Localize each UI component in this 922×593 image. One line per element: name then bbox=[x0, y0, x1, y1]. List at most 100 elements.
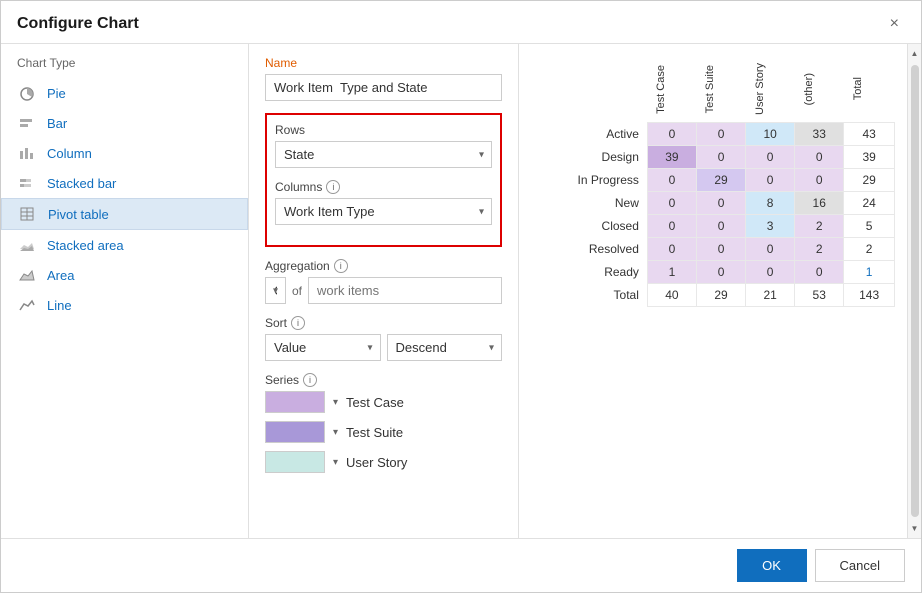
series-chevron-0[interactable]: ▾ bbox=[333, 397, 338, 408]
rows-columns-box: Rows State ▾ Columns i bbox=[265, 113, 502, 247]
cell-resolved-3: 2 bbox=[795, 237, 844, 260]
bar-label: Bar bbox=[47, 116, 67, 131]
series-item-1: ▾ Test Suite bbox=[265, 421, 502, 443]
sidebar-item-pie[interactable]: Pie bbox=[1, 78, 248, 108]
aggregation-label: Aggregation bbox=[265, 259, 330, 273]
sidebar-item-area[interactable]: Area bbox=[1, 260, 248, 290]
row-label-new: New bbox=[531, 191, 647, 214]
scroll-down-arrow[interactable]: ▼ bbox=[908, 521, 921, 536]
columns-select[interactable]: Work Item Type bbox=[275, 198, 492, 225]
cancel-button[interactable]: Cancel bbox=[815, 549, 905, 582]
cell-resolved-2: 0 bbox=[746, 237, 795, 260]
cell-ready-total: 1 bbox=[844, 260, 895, 283]
rows-label-row: Rows bbox=[275, 123, 492, 137]
aggregation-input[interactable] bbox=[308, 277, 502, 304]
table-row: New 0 0 8 16 24 bbox=[531, 191, 895, 214]
row-label-ready: Ready bbox=[531, 260, 647, 283]
cell-inprogress-3: 0 bbox=[795, 168, 844, 191]
cell-closed-0: 0 bbox=[647, 214, 696, 237]
sort-info-icon[interactable]: i bbox=[291, 316, 305, 330]
col-header-user-story: User Story bbox=[746, 56, 795, 122]
sidebar-item-stacked-bar[interactable]: Stacked bar bbox=[1, 168, 248, 198]
series-color-0[interactable] bbox=[265, 391, 325, 413]
series-chevron-2[interactable]: ▾ bbox=[333, 457, 338, 468]
config-panel: Name Rows State ▾ bbox=[249, 44, 519, 538]
pivot-table-label: Pivot table bbox=[48, 207, 109, 222]
row-label-active: Active bbox=[531, 122, 647, 145]
sidebar-item-pivot-table[interactable]: Pivot table bbox=[1, 198, 248, 230]
stacked-area-label: Stacked area bbox=[47, 238, 124, 253]
row-label-closed: Closed bbox=[531, 214, 647, 237]
cell-resolved-0: 0 bbox=[647, 237, 696, 260]
aggregation-select[interactable]: Cou bbox=[265, 277, 286, 304]
cell-inprogress-total: 29 bbox=[844, 168, 895, 191]
column-label: Column bbox=[47, 146, 92, 161]
sidebar-item-line[interactable]: Line bbox=[1, 290, 248, 320]
close-button[interactable]: × bbox=[884, 13, 905, 35]
cell-total-0: 40 bbox=[647, 283, 696, 306]
ok-button[interactable]: OK bbox=[737, 549, 807, 582]
cell-design-2: 0 bbox=[746, 145, 795, 168]
cell-total-1: 29 bbox=[696, 283, 745, 306]
name-section: Name bbox=[265, 56, 502, 101]
aggregation-info-icon[interactable]: i bbox=[334, 259, 348, 273]
sort-order-select[interactable]: Descend bbox=[387, 334, 503, 361]
series-item-0: ▾ Test Case bbox=[265, 391, 502, 413]
vertical-scrollbar[interactable]: ▲ ▼ bbox=[907, 44, 921, 538]
scroll-up-arrow[interactable]: ▲ bbox=[908, 46, 921, 61]
cell-ready-3: 0 bbox=[795, 260, 844, 283]
line-icon bbox=[17, 297, 37, 313]
cell-new-2: 8 bbox=[746, 191, 795, 214]
col-header-test-case: Test Case bbox=[647, 56, 696, 122]
sort-value-select[interactable]: Value bbox=[265, 334, 381, 361]
aggregation-select-wrapper: Cou ▾ bbox=[265, 277, 286, 304]
cell-active-total: 43 bbox=[844, 122, 895, 145]
sidebar-item-stacked-area[interactable]: Stacked area bbox=[1, 230, 248, 260]
rows-select-wrapper: State ▾ bbox=[275, 141, 492, 168]
right-panel: Test Case Test Suite User Story (other) … bbox=[519, 44, 921, 538]
table-row: Closed 0 0 3 2 5 bbox=[531, 214, 895, 237]
columns-section: Columns i Work Item Type ▾ bbox=[275, 180, 492, 225]
line-label: Line bbox=[47, 298, 72, 313]
sidebar-item-bar[interactable]: Bar bbox=[1, 108, 248, 138]
series-color-2[interactable] bbox=[265, 451, 325, 473]
cell-resolved-total: 2 bbox=[844, 237, 895, 260]
cell-design-0: 39 bbox=[647, 145, 696, 168]
cell-ready-2: 0 bbox=[746, 260, 795, 283]
scroll-track[interactable] bbox=[911, 65, 919, 517]
cell-ready-0: 1 bbox=[647, 260, 696, 283]
cell-total-2: 21 bbox=[746, 283, 795, 306]
columns-info-icon[interactable]: i bbox=[326, 180, 340, 194]
series-label-2: User Story bbox=[346, 455, 407, 470]
col-header-test-suite: Test Suite bbox=[696, 56, 745, 122]
series-info-icon[interactable]: i bbox=[303, 373, 317, 387]
cell-inprogress-2: 0 bbox=[746, 168, 795, 191]
stacked-area-icon bbox=[17, 237, 37, 253]
sidebar-item-column[interactable]: Column bbox=[1, 138, 248, 168]
series-label-row: Series i bbox=[265, 373, 502, 387]
bar-icon bbox=[17, 115, 37, 131]
columns-label: Columns bbox=[275, 180, 322, 194]
pie-icon bbox=[17, 85, 37, 101]
aggregation-row: Cou ▾ of bbox=[265, 277, 502, 304]
cell-new-total: 24 bbox=[844, 191, 895, 214]
pivot-header-row: Test Case Test Suite User Story (other) … bbox=[531, 56, 895, 122]
columns-label-row: Columns i bbox=[275, 180, 492, 194]
name-input[interactable] bbox=[265, 74, 502, 101]
rows-select[interactable]: State bbox=[275, 141, 492, 168]
row-label-resolved: Resolved bbox=[531, 237, 647, 260]
cell-total-grand: 143 bbox=[844, 283, 895, 306]
table-row: Active 0 0 10 33 43 bbox=[531, 122, 895, 145]
table-row: In Progress 0 29 0 0 29 bbox=[531, 168, 895, 191]
sort-label-row: Sort i bbox=[265, 316, 502, 330]
dialog-title: Configure Chart bbox=[17, 15, 139, 33]
series-color-1[interactable] bbox=[265, 421, 325, 443]
cell-resolved-1: 0 bbox=[696, 237, 745, 260]
series-label-1: Test Suite bbox=[346, 425, 403, 440]
cell-active-1: 0 bbox=[696, 122, 745, 145]
series-label: Series bbox=[265, 373, 299, 387]
column-icon bbox=[17, 145, 37, 161]
pivot-table: Test Case Test Suite User Story (other) … bbox=[531, 56, 895, 307]
row-label-design: Design bbox=[531, 145, 647, 168]
series-chevron-1[interactable]: ▾ bbox=[333, 427, 338, 438]
